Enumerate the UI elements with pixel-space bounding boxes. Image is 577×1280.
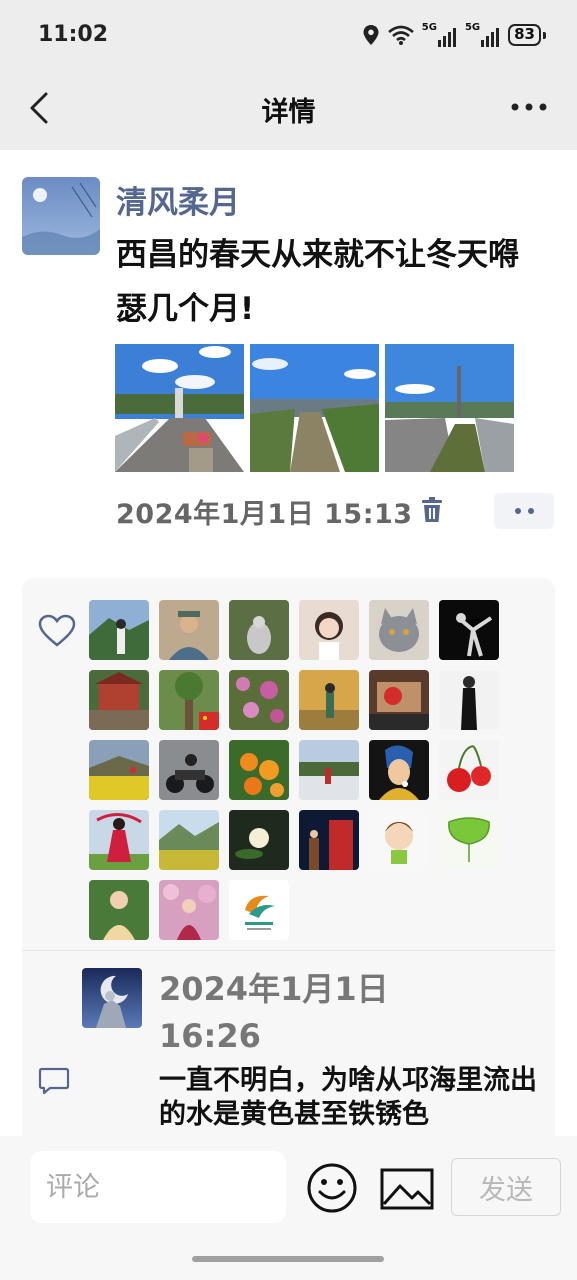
avatar-white-flower[interactable] [229,810,289,870]
avatar-pearl-earring-girl[interactable] [369,740,429,800]
action-menu-button[interactable] [494,493,554,529]
avatar-car[interactable] [369,670,429,730]
avatar-building-night[interactable] [299,810,359,870]
avatar-landscape[interactable] [159,810,219,870]
avatar-motorcycle[interactable] [159,740,219,800]
signal-2: 5G [465,23,500,47]
avatar-pink-flowers[interactable] [229,670,289,730]
river-photo[interactable] [250,344,379,472]
avatar-bird[interactable] [229,600,289,660]
send-button[interactable]: 发送 [451,1158,561,1216]
avatar-woman-black[interactable] [439,670,499,730]
road-bridge-photo[interactable] [385,344,514,472]
comment-bubble-icon [38,1067,70,1095]
status-time: 11:02 [38,22,109,47]
photo-grid [115,344,514,472]
post-detail: 清风柔月 西昌的春天从来就不让冬天嘚瑟几个月! 2024年1月1日 15:13 … [0,150,577,1136]
avatar-cartoon-boy[interactable] [369,810,429,870]
trash-icon[interactable] [420,496,444,524]
divider [22,950,555,951]
post-timestamp: 2024年1月1日 15:13 [116,499,413,530]
emoji-icon[interactable] [306,1162,358,1214]
avatar-man-hat[interactable] [159,600,219,660]
comment-input[interactable] [30,1151,286,1223]
post-author[interactable]: 清风柔月 [116,177,240,222]
comment-timestamp: 2024年1月1日 16:26 [159,970,389,1055]
avatar-oranges[interactable] [229,740,289,800]
image-icon[interactable] [380,1168,434,1210]
status-bar: 11:02 5G 5G 83 [0,0,577,70]
likes-comments-panel: 2024年1月1日 16:26 一直不明白，为啥从邛海里流出的水是黄色甚至铁锈色 [22,578,555,1136]
dot [514,508,521,514]
commenter-avatar[interactable] [82,968,142,1028]
network-label-2: 5G [464,22,481,33]
heart-icon [38,614,76,647]
avatar-lakeside[interactable] [299,740,359,800]
page-title: 详情 [261,97,316,128]
signal-1: 5G [422,23,457,47]
network-label-1: 5G [421,22,437,33]
avatar-red-dress-woman[interactable] [89,810,149,870]
nav-bar: 详情 [0,70,577,150]
location-icon [363,25,379,45]
avatar-ginkgo-leaf[interactable] [439,810,499,870]
post-text: 西昌的春天从来就不让冬天嘚瑟几个月! [116,237,519,327]
street-bridge-photo[interactable] [115,344,244,472]
wifi-icon [387,25,414,45]
signal-bars-icon [437,28,456,47]
avatar-tree[interactable] [159,670,219,730]
home-indicator[interactable] [192,1256,384,1262]
comment-bar: 发送 [0,1136,577,1280]
avatar-woman-yellow[interactable] [89,880,149,940]
avatar-dancer[interactable] [439,600,499,660]
more-dots-icon[interactable] [509,92,549,122]
avatar-girl-selfie[interactable] [299,600,359,660]
author-avatar[interactable] [22,177,100,255]
avatar-woman-cherry-blossom[interactable] [159,880,219,940]
avatar-mountain-person[interactable] [89,600,149,660]
avatar-red-building[interactable] [89,670,149,730]
avatar-travel-logo[interactable] [229,880,289,940]
avatar-cherries[interactable] [439,740,499,800]
avatar-autumn-woman[interactable] [299,670,359,730]
battery-icon: 83 [508,24,546,46]
dot [527,508,534,514]
like-avatar-grid [89,600,509,940]
status-icons: 5G 5G 83 [362,20,546,50]
avatar-cat[interactable] [369,600,429,660]
comment-text: 一直不明白，为啥从邛海里流出的水是黄色甚至铁锈色 [159,1065,537,1130]
signal-bars-icon [481,28,500,47]
avatar-rapeseed-field[interactable] [89,740,149,800]
